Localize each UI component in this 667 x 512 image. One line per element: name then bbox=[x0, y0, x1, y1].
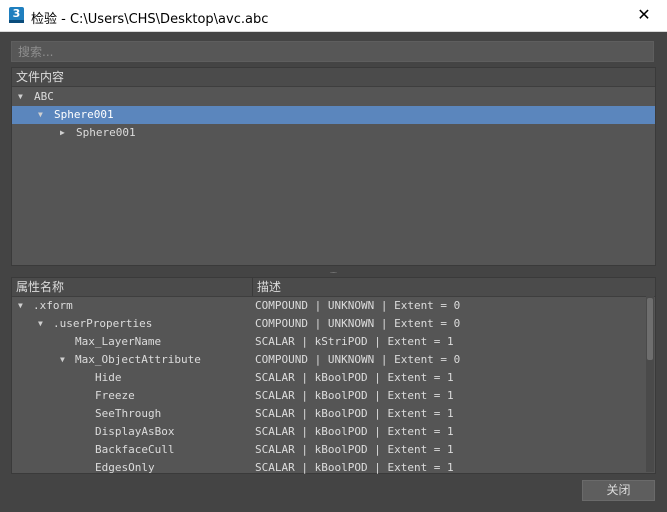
tree-item-label: Sphere001 bbox=[54, 108, 114, 121]
property-name: .xform bbox=[33, 299, 73, 312]
property-row[interactable]: ▼ .userProperties COMPOUND | UNKNOWN | Ext… bbox=[12, 315, 646, 333]
property-description: COMPOUND | UNKNOWN | Extent = 0 bbox=[255, 317, 461, 330]
scrollbar-thumb[interactable] bbox=[647, 298, 653, 360]
expand-arrow-icon[interactable]: ▼ bbox=[38, 106, 43, 124]
property-row[interactable]: Max_LayerName SCALAR | kStriPOD | Extent … bbox=[12, 333, 646, 351]
app-icon-text: 3 bbox=[12, 7, 21, 20]
column-header-description[interactable]: 描述 bbox=[253, 278, 645, 296]
property-row[interactable]: ▼ .xform COMPOUND | UNKNOWN | Extent = 0 bbox=[12, 297, 646, 315]
property-row[interactable]: ▼ Max_ObjectAttribute COMPOUND | UNKNOWN |… bbox=[12, 351, 646, 369]
property-description: SCALAR | kBoolPOD | Extent = 1 bbox=[255, 425, 454, 438]
column-header-property-name[interactable]: 属性名称 bbox=[12, 278, 252, 296]
property-name: Freeze bbox=[95, 389, 135, 402]
property-name: BackfaceCull bbox=[95, 443, 175, 456]
property-row[interactable]: EdgesOnly SCALAR | kBoolPOD | Extent = 1 bbox=[12, 459, 646, 477]
property-row[interactable]: Freeze SCALAR | kBoolPOD | Extent = 1 bbox=[12, 387, 646, 405]
property-description: SCALAR | kBoolPOD | Extent = 1 bbox=[255, 461, 454, 474]
property-description: SCALAR | kBoolPOD | Extent = 1 bbox=[255, 371, 454, 384]
app-icon-stripe bbox=[9, 20, 24, 23]
property-description: SCALAR | kBoolPOD | Extent = 1 bbox=[255, 389, 454, 402]
collapse-arrow-icon[interactable]: ▶ bbox=[60, 124, 65, 142]
property-description: SCALAR | kBoolPOD | Extent = 1 bbox=[255, 407, 454, 420]
property-description: COMPOUND | UNKNOWN | Extent = 0 bbox=[255, 299, 461, 312]
property-name: Hide bbox=[95, 371, 122, 384]
property-name: SeeThrough bbox=[95, 407, 162, 420]
properties-header: 属性名称 描述 bbox=[12, 278, 655, 297]
tree-item[interactable]: ▶ Sphere001 bbox=[12, 124, 655, 142]
property-name: Max_ObjectAttribute bbox=[75, 353, 201, 366]
property-row[interactable]: BackfaceCull SCALAR | kBoolPOD | Extent =… bbox=[12, 441, 646, 459]
properties-panel: 属性名称 描述 ▼ .xform COMPOUND | UNKNOWN | Exte… bbox=[11, 277, 656, 474]
close-button[interactable]: 关闭 bbox=[582, 480, 655, 501]
property-name: DisplayAsBox bbox=[95, 425, 175, 438]
property-row[interactable]: Hide SCALAR | kBoolPOD | Extent = 1 bbox=[12, 369, 646, 387]
tree-item-label: Sphere001 bbox=[76, 126, 136, 139]
property-name: EdgesOnly bbox=[95, 461, 155, 474]
property-name: Max_LayerName bbox=[75, 335, 162, 348]
tree-item-label: ABC bbox=[34, 90, 54, 103]
expand-arrow-icon[interactable]: ▼ bbox=[60, 351, 65, 369]
property-row[interactable]: DisplayAsBox SCALAR | kBoolPOD | Extent =… bbox=[12, 423, 646, 441]
property-description: COMPOUND | UNKNOWN | Extent = 0 bbox=[255, 353, 461, 366]
tree-item[interactable]: ▼ ABC bbox=[12, 88, 655, 106]
property-description: SCALAR | kStriPOD | Extent = 1 bbox=[255, 335, 454, 348]
window-title: 检验 - C:\Users\CHS\Desktop\avc.abc bbox=[31, 12, 269, 27]
vertical-scrollbar[interactable] bbox=[646, 296, 654, 472]
property-description: SCALAR | kBoolPOD | Extent = 1 bbox=[255, 443, 454, 456]
file-contents-header: 文件内容 bbox=[12, 68, 655, 87]
expand-arrow-icon[interactable]: ▼ bbox=[38, 315, 43, 333]
panel-splitter[interactable]: ..... bbox=[326, 268, 340, 275]
file-contents-panel: 文件内容 ▼ ABC ▼ Sphere001 ▶ Sphere001 bbox=[11, 67, 656, 266]
title-bar: 3 检验 - C:\Users\CHS\Desktop\avc.abc ✕ bbox=[0, 0, 667, 32]
tree-item[interactable]: ▼ Sphere001 bbox=[12, 106, 655, 124]
search-input[interactable] bbox=[11, 41, 654, 62]
close-icon[interactable]: ✕ bbox=[633, 4, 655, 26]
app-icon: 3 bbox=[9, 7, 24, 23]
expand-arrow-icon[interactable]: ▼ bbox=[18, 297, 23, 315]
expand-arrow-icon[interactable]: ▼ bbox=[18, 88, 23, 106]
property-row[interactable]: SeeThrough SCALAR | kBoolPOD | Extent = 1 bbox=[12, 405, 646, 423]
property-name: .userProperties bbox=[53, 317, 153, 330]
